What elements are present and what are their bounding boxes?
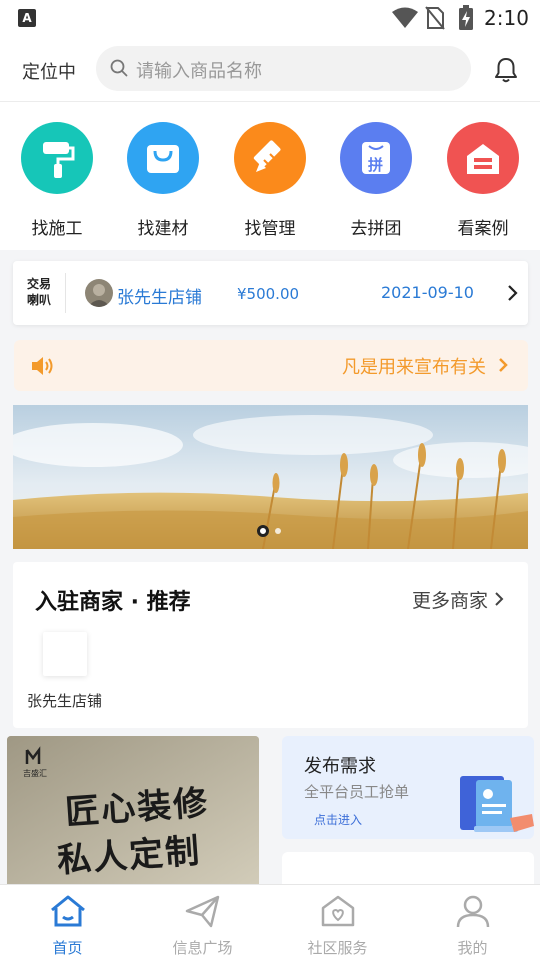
status-bar: A 2:10 <box>0 0 540 36</box>
section-title: 入驻商家 · 推荐 <box>35 590 191 615</box>
trade-ticker[interactable]: 交易 喇叭 张先生店铺 ¥500.00 2021-09-10 <box>13 261 528 325</box>
banner-carousel[interactable] <box>13 405 528 549</box>
trade-horn-logo: 交易 喇叭 <box>26 277 51 307</box>
speaker-icon <box>32 357 53 375</box>
merchant-logo[interactable] <box>43 632 87 676</box>
quick-nav-view-cases[interactable]: 看案例 <box>433 122 533 239</box>
tab-label: 信息广场 <box>172 939 233 957</box>
paper-plane-icon <box>185 895 219 928</box>
home-icon <box>50 895 85 927</box>
avatar <box>85 279 113 307</box>
promo-headline-line2: 私人定制 <box>56 831 203 881</box>
trade-price: ¥500.00 <box>237 285 300 303</box>
no-sim-icon <box>425 6 445 30</box>
promo-logo-text: 吉盛汇 <box>23 769 47 778</box>
tab-label: 我的 <box>457 939 488 957</box>
shopping-bag-icon <box>127 122 199 194</box>
tab-mine[interactable]: 我的 <box>405 893 540 958</box>
promo-card-custom-renovation[interactable]: 吉盛汇 匠心装修 私人定制 <box>7 736 259 886</box>
quick-nav-find-management[interactable]: 找管理 <box>220 122 320 239</box>
trade-date: 2021-09-10 <box>381 283 474 302</box>
battery-charging-icon <box>459 5 473 30</box>
pencil-ruler-icon <box>234 122 306 194</box>
quick-nav-label: 找管理 <box>244 219 296 239</box>
quick-nav-label: 找建材 <box>137 219 189 239</box>
promo-subtitle: 全平台员工抢单 <box>304 783 410 801</box>
chevron-right-icon[interactable] <box>494 591 504 607</box>
notice-bar[interactable]: 凡是用来宣布有关 <box>14 340 528 391</box>
trade-shop-name[interactable]: 张先生店铺 <box>117 283 202 308</box>
carousel-indicator[interactable] <box>257 520 281 539</box>
more-merchants-link[interactable]: 更多商家 <box>412 586 488 613</box>
tab-info-square[interactable]: 信息广场 <box>135 893 270 958</box>
user-icon <box>456 895 489 928</box>
tab-community-service[interactable]: 社区服务 <box>270 893 405 958</box>
location-button[interactable]: 定位中 <box>22 58 76 84</box>
bell-icon[interactable] <box>492 56 520 84</box>
search-bar[interactable]: 请输入商品名称 <box>96 46 471 91</box>
community-house-icon <box>321 895 354 927</box>
promo-title: 发布需求 <box>304 756 376 777</box>
app-header: 定位中 请输入商品名称 <box>0 36 540 102</box>
notice-text: 凡是用来宣布有关 <box>342 357 486 378</box>
tab-home[interactable]: 首页 <box>0 893 135 958</box>
wifi-icon <box>392 7 418 28</box>
carousel-dot[interactable] <box>275 527 281 534</box>
group-buy-glyph: 拼 <box>368 156 384 174</box>
quick-nav-label: 去拼团 <box>350 219 402 239</box>
carousel-dot-active[interactable] <box>257 524 269 537</box>
group-buy-icon: 拼 <box>340 122 412 194</box>
promo-enter-link[interactable]: 点击进入 <box>314 811 362 828</box>
quick-nav-label: 找施工 <box>31 219 83 239</box>
search-icon <box>110 59 128 77</box>
clock: 2:10 <box>484 6 529 30</box>
quick-nav-group-buy[interactable]: 拼 去拼团 <box>326 122 426 239</box>
quick-nav-find-materials[interactable]: 找建材 <box>113 122 213 239</box>
merchant-name[interactable]: 张先生店铺 <box>27 690 102 711</box>
chevron-right-icon[interactable] <box>507 284 519 302</box>
merchants-section: 入驻商家 · 推荐 更多商家 张先生店铺 <box>13 562 528 728</box>
quick-nav: 找施工 找建材 找管理 拼 去拼团 看案例 <box>0 102 540 250</box>
tab-label: 首页 <box>52 939 83 957</box>
quick-nav-label: 看案例 <box>457 219 509 239</box>
quick-nav-find-construction[interactable]: 找施工 <box>7 122 107 239</box>
search-input[interactable]: 请输入商品名称 <box>136 57 262 83</box>
divider <box>65 273 66 313</box>
promo-card-post-request[interactable]: 发布需求 全平台员工抢单 点击进入 <box>282 736 534 839</box>
paint-roller-icon <box>21 122 93 194</box>
document-illustration-icon <box>460 776 534 832</box>
chevron-right-icon <box>499 358 508 372</box>
tab-label: 社区服务 <box>307 939 368 957</box>
case-house-icon <box>447 122 519 194</box>
notification-icon: A <box>18 9 36 27</box>
bottom-tab-bar: 首页 信息广场 社区服务 我的 <box>0 884 540 960</box>
